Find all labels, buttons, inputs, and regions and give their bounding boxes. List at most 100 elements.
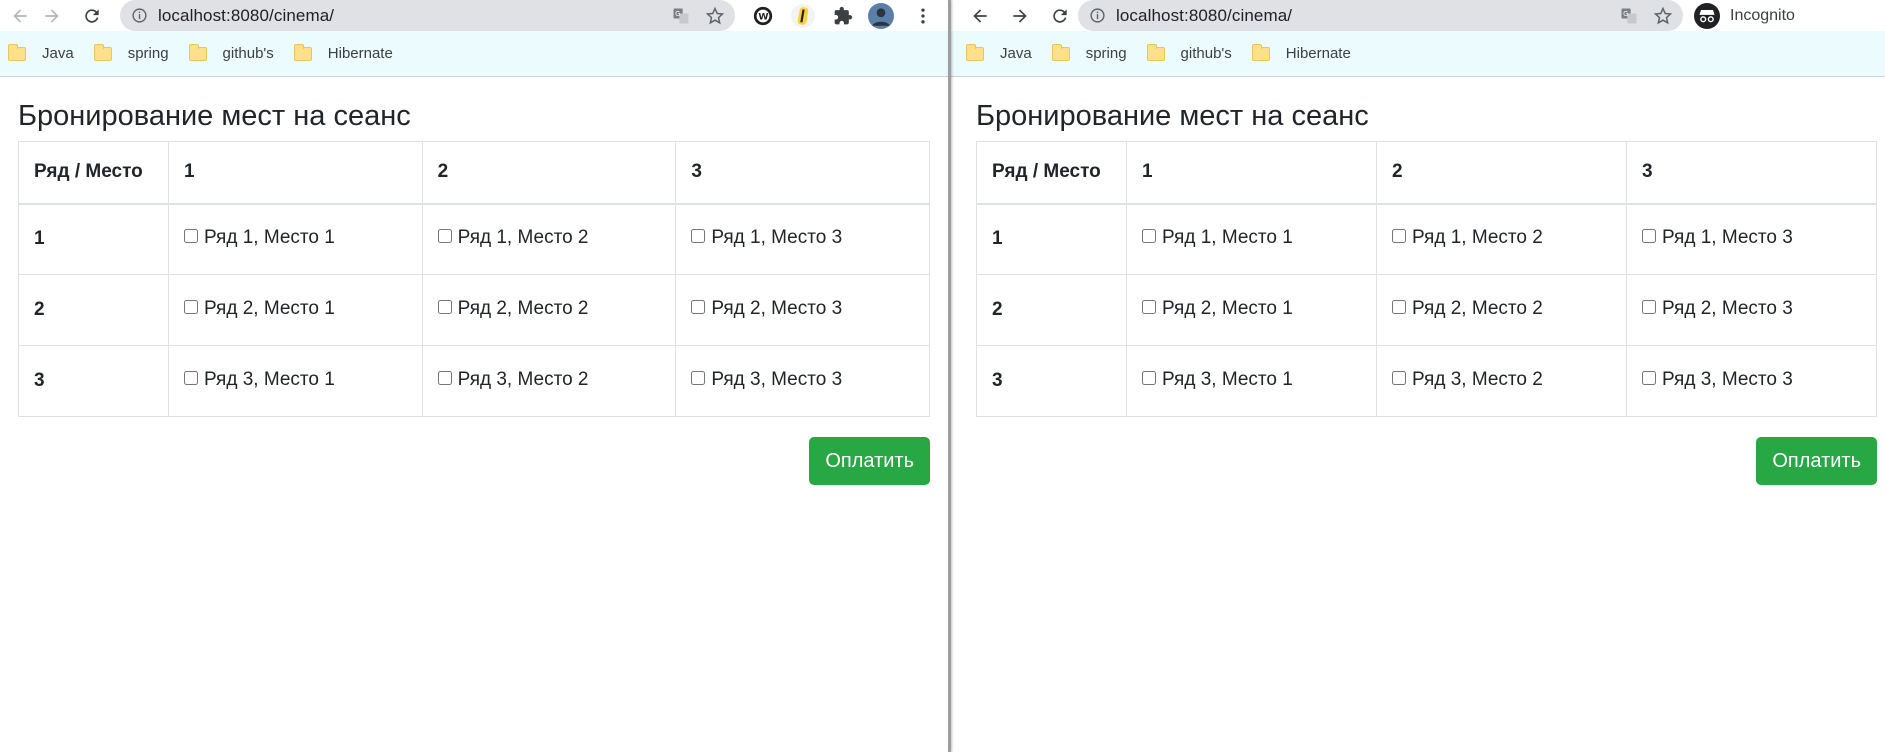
seat-checkbox[interactable] — [1642, 229, 1656, 244]
seat-option[interactable]: Ряд 1, Место 1 — [1142, 227, 1293, 249]
seat-label[interactable]: Ряд 2, Место 1 — [204, 298, 335, 320]
back-icon[interactable] — [960, 0, 1000, 31]
seat-option[interactable]: Ряд 1, Место 2 — [1392, 227, 1543, 249]
url-text[interactable]: localhost:8080/cinema/ — [158, 6, 334, 26]
seat-checkbox[interactable] — [1392, 371, 1406, 385]
seat-label[interactable]: Ряд 1, Место 1 — [1162, 227, 1293, 249]
bookmark-folder-hibernate[interactable]: Hibernate — [292, 39, 403, 69]
seat-checkbox[interactable] — [1642, 300, 1656, 314]
seat-checkbox[interactable] — [691, 300, 706, 314]
seat-label[interactable]: Ряд 1, Место 2 — [1412, 227, 1543, 249]
row-number: 2 — [976, 274, 1127, 346]
seat-checkbox[interactable] — [1392, 300, 1406, 314]
seat-option[interactable]: Ряд 2, Место 1 — [1142, 298, 1293, 320]
seat-option[interactable]: Ряд 3, Место 3 — [1642, 369, 1793, 391]
seat-option[interactable]: Ряд 3, Место 1 — [184, 369, 335, 391]
seat-checkbox[interactable] — [437, 371, 452, 385]
seat-option[interactable]: Ряд 1, Место 1 — [184, 227, 335, 249]
seat-checkbox[interactable] — [184, 300, 198, 314]
seat-option[interactable]: Ряд 2, Место 1 — [184, 298, 335, 320]
seat-option[interactable]: Ряд 1, Место 3 — [1642, 227, 1793, 249]
address-bar[interactable]: localhost:8080/cinema/ G — [120, 0, 735, 31]
bookmark-folder-java[interactable]: Java — [6, 39, 84, 69]
extension-icon[interactable] — [788, 0, 818, 31]
seat-checkbox[interactable] — [184, 229, 198, 244]
seat-option[interactable]: Ряд 1, Место 3 — [691, 227, 842, 249]
seat-label[interactable]: Ряд 2, Место 3 — [1662, 298, 1793, 320]
seat-option[interactable]: Ряд 3, Место 2 — [437, 369, 589, 391]
reload-icon[interactable] — [72, 0, 112, 31]
extension-icon[interactable]: W — [748, 0, 778, 31]
menu-icon[interactable] — [908, 0, 938, 31]
column-header: 1 — [168, 141, 423, 205]
folder-icon — [966, 43, 984, 61]
seat-label[interactable]: Ряд 3, Место 2 — [458, 369, 589, 391]
seat-label[interactable]: Ряд 2, Место 3 — [711, 298, 842, 320]
forward-icon[interactable] — [32, 0, 72, 31]
seat-label[interactable]: Ряд 1, Место 3 — [1662, 227, 1793, 249]
info-icon[interactable] — [120, 7, 158, 24]
seat-checkbox[interactable] — [1142, 300, 1156, 314]
translate-icon[interactable]: G — [671, 6, 691, 26]
bookmark-folder-hibernate[interactable]: Hibernate — [1250, 39, 1361, 69]
incognito-badge[interactable]: Incognito — [1690, 0, 1808, 31]
bookmark-folder-spring[interactable]: spring — [92, 39, 179, 69]
seat-checkbox[interactable] — [437, 229, 452, 244]
bookmark-folder-java[interactable]: Java — [964, 39, 1042, 69]
seat-checkbox[interactable] — [1142, 371, 1156, 385]
column-header: Ряд / Место — [18, 141, 169, 205]
seat-label[interactable]: Ряд 3, Место 1 — [1162, 369, 1293, 391]
seat-option[interactable]: Ряд 2, Место 3 — [1642, 298, 1793, 320]
seat-label[interactable]: Ряд 1, Место 2 — [458, 227, 589, 249]
table-row: 2 Ряд 2, Место 1 Ряд 2, Место 2 Ряд 2, М… — [18, 274, 930, 346]
seat-checkbox[interactable] — [437, 300, 452, 314]
bookmark-folder-githubs[interactable]: github's — [1145, 39, 1242, 69]
pay-button[interactable]: Оплатить — [1756, 437, 1877, 485]
seat-checkbox[interactable] — [691, 371, 706, 385]
seat-option[interactable]: Ряд 2, Место 2 — [437, 298, 589, 320]
puzzle-icon[interactable] — [828, 0, 858, 31]
column-header: 2 — [1376, 141, 1627, 205]
seat-label[interactable]: Ряд 3, Место 3 — [711, 369, 842, 391]
table-row: 3 Ряд 3, Место 1 Ряд 3, Место 2 Ряд 3, М… — [18, 345, 930, 417]
seat-option[interactable]: Ряд 3, Место 1 — [1142, 369, 1293, 391]
seat-option[interactable]: Ряд 1, Место 2 — [437, 227, 589, 249]
seat-checkbox[interactable] — [1642, 371, 1656, 385]
bookmark-folder-githubs[interactable]: github's — [187, 39, 284, 69]
table-row: 3 Ряд 3, Место 1 Ряд 3, Место 2 Ряд 3, М… — [976, 345, 1877, 417]
pay-button[interactable]: Оплатить — [809, 437, 930, 485]
bookmark-label: Java — [42, 45, 74, 62]
seat-label[interactable]: Ряд 2, Место 1 — [1162, 298, 1293, 320]
translate-icon[interactable]: G — [1619, 6, 1639, 26]
forward-icon[interactable] — [1000, 0, 1040, 31]
seat-checkbox[interactable] — [184, 371, 198, 385]
seat-label[interactable]: Ряд 1, Место 1 — [204, 227, 335, 249]
seat-checkbox[interactable] — [691, 229, 706, 244]
seat-cell: Ряд 2, Место 3 — [675, 274, 930, 346]
seat-label[interactable]: Ряд 2, Место 2 — [1412, 298, 1543, 320]
seat-label[interactable]: Ряд 2, Место 2 — [458, 298, 589, 320]
star-icon[interactable] — [1653, 6, 1673, 26]
seat-checkbox[interactable] — [1392, 229, 1406, 244]
url-text[interactable]: localhost:8080/cinema/ — [1116, 6, 1292, 26]
info-icon[interactable] — [1078, 7, 1116, 24]
seat-label[interactable]: Ряд 3, Место 3 — [1662, 369, 1793, 391]
seat-label[interactable]: Ряд 1, Место 3 — [711, 227, 842, 249]
seat-option[interactable]: Ряд 2, Место 2 — [1392, 298, 1543, 320]
seat-option[interactable]: Ряд 2, Место 3 — [691, 298, 842, 320]
folder-icon — [293, 43, 312, 61]
seat-label[interactable]: Ряд 3, Место 1 — [204, 369, 335, 391]
folder-icon — [93, 43, 112, 61]
seat-checkbox[interactable] — [1142, 229, 1156, 244]
seat-option[interactable]: Ряд 3, Место 2 — [1392, 369, 1543, 391]
row-number: 3 — [18, 345, 169, 417]
star-icon[interactable] — [705, 6, 725, 26]
bookmark-folder-spring[interactable]: spring — [1050, 39, 1137, 69]
seat-label[interactable]: Ряд 3, Место 2 — [1412, 369, 1543, 391]
seat-option[interactable]: Ряд 3, Место 3 — [691, 369, 842, 391]
address-bar[interactable]: localhost:8080/cinema/ G — [1078, 0, 1683, 31]
avatar[interactable] — [866, 0, 896, 31]
seat-table: Ряд / Место 1 2 3 1 Ряд 1, Место 1 Ряд 1… — [976, 141, 1877, 417]
reload-icon[interactable] — [1040, 0, 1080, 31]
seat-cell: Ряд 1, Место 1 — [1126, 203, 1377, 275]
